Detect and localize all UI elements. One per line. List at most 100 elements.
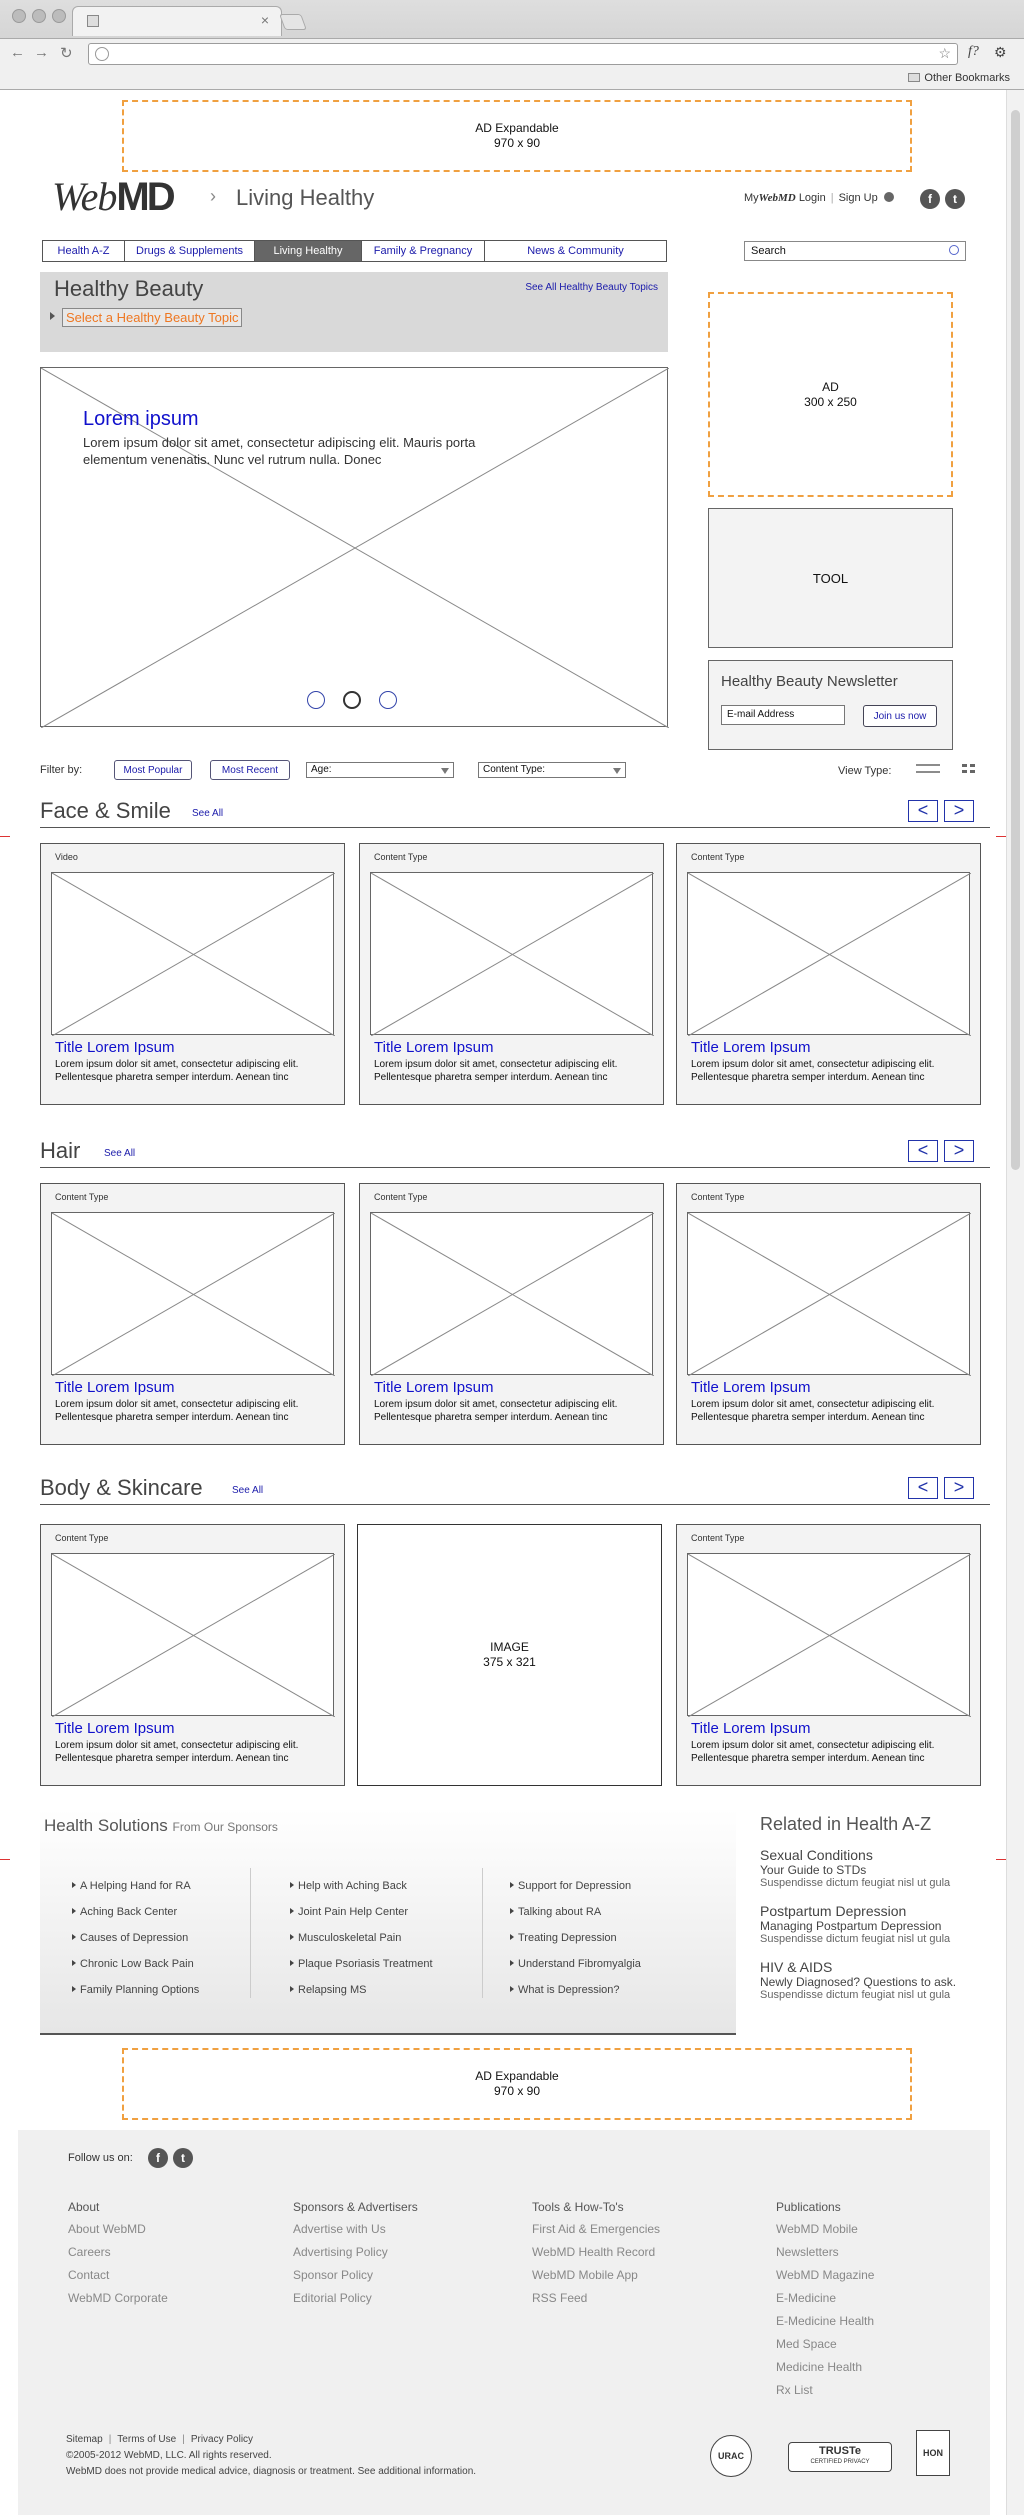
prev-button[interactable]: < — [908, 800, 938, 822]
nav-item-drugs[interactable]: Drugs & Supplements — [125, 241, 255, 261]
next-button[interactable]: > — [944, 1477, 974, 1499]
login-link[interactable]: Login — [799, 192, 826, 204]
footer-link[interactable]: RSS Feed — [532, 2291, 660, 2305]
content-card[interactable]: Content Type Title Lorem Ipsum Lorem ips… — [40, 1183, 345, 1445]
facebook-icon[interactable]: f — [148, 2148, 168, 2168]
footer-link[interactable]: Medicine Health — [776, 2360, 874, 2374]
hs-link[interactable]: Chronic Low Back Pain — [72, 1958, 199, 1970]
hs-link[interactable]: Treating Depression — [510, 1932, 641, 1944]
bottom-ad[interactable]: AD Expandable 970 x 90 — [122, 2048, 912, 2120]
twitter-icon[interactable]: t — [173, 2148, 193, 2168]
footer-link[interactable]: Advertise with Us — [293, 2222, 418, 2236]
webmd-logo[interactable]: WebMD — [52, 173, 176, 220]
nav-item-family[interactable]: Family & Pregnancy — [362, 241, 485, 261]
hon-seal-icon[interactable]: HON — [916, 2430, 950, 2476]
footer-link[interactable]: Careers — [68, 2245, 168, 2259]
hs-link[interactable]: A Helping Hand for RA — [72, 1880, 199, 1892]
scrollbar-thumb[interactable] — [1011, 110, 1020, 1170]
footer-link[interactable]: WebMD Mobile App — [532, 2268, 660, 2282]
breadcrumb[interactable]: Living Healthy — [236, 185, 374, 211]
related-item[interactable]: Postpartum Depression Managing Postpartu… — [760, 1903, 990, 1945]
carousel-dot[interactable] — [307, 691, 325, 709]
zoom-window-icon[interactable] — [52, 9, 66, 23]
footer-link[interactable]: Newsletters — [776, 2245, 874, 2259]
bookmark-star-icon[interactable]: ☆ — [938, 45, 951, 62]
new-tab-button[interactable] — [279, 14, 307, 30]
search-input[interactable]: Search — [744, 241, 966, 261]
see-all-topics-link[interactable]: See All Healthy Beauty Topics — [525, 282, 658, 293]
content-type-select[interactable]: Content Type: — [478, 762, 626, 778]
nav-item-health-a-z[interactable]: Health A-Z — [43, 241, 125, 261]
list-view-icon[interactable] — [916, 763, 940, 775]
address-bar[interactable]: ☆ — [88, 43, 958, 65]
age-select[interactable]: Age: — [306, 762, 454, 778]
related-item-sub[interactable]: Your Guide to STDs — [760, 1863, 990, 1877]
browser-tab[interactable]: × — [72, 6, 282, 36]
close-tab-icon[interactable]: × — [261, 12, 269, 28]
back-icon[interactable]: ← — [10, 44, 25, 61]
hs-link[interactable]: Understand Fibromyalgia — [510, 1958, 641, 1970]
footer-link[interactable]: Sponsor Policy — [293, 2268, 418, 2282]
my-webmd-logo[interactable]: WebMD — [759, 192, 796, 204]
join-button[interactable]: Join us now — [863, 705, 937, 727]
see-all-link[interactable]: See All — [232, 1485, 263, 1496]
search-icon[interactable] — [949, 245, 959, 255]
footer-link[interactable]: WebMD Magazine — [776, 2268, 874, 2282]
footer-link[interactable]: WebMD Corporate — [68, 2291, 168, 2305]
footer-link[interactable]: WebMD Health Record — [532, 2245, 660, 2259]
content-card[interactable]: Content Type Title Lorem Ipsum Lorem ips… — [676, 1183, 981, 1445]
wrench-icon[interactable]: ⚙ — [994, 44, 1007, 61]
prev-button[interactable]: < — [908, 1477, 938, 1499]
hs-link[interactable]: Family Planning Options — [72, 1984, 199, 1996]
footer-link[interactable]: About WebMD — [68, 2222, 168, 2236]
prev-button[interactable]: < — [908, 1140, 938, 1162]
card-title[interactable]: Title Lorem Ipsum — [374, 1379, 493, 1396]
hs-link[interactable]: Joint Pain Help Center — [290, 1906, 433, 1918]
related-item-title[interactable]: Sexual Conditions — [760, 1847, 990, 1863]
most-recent-button[interactable]: Most Recent — [210, 760, 290, 780]
related-item[interactable]: HIV & AIDS Newly Diagnosed? Questions to… — [760, 1959, 990, 2001]
content-card[interactable]: Content Type Title Lorem Ipsum Lorem ips… — [676, 843, 981, 1105]
sitemap-link[interactable]: Sitemap — [66, 2434, 103, 2445]
card-title[interactable]: Title Lorem Ipsum — [55, 1039, 174, 1056]
privacy-link[interactable]: Privacy Policy — [191, 2434, 253, 2445]
hs-link[interactable]: Plaque Psoriasis Treatment — [290, 1958, 433, 1970]
footer-link[interactable]: First Aid & Emergencies — [532, 2222, 660, 2236]
urac-seal-icon[interactable]: URAC — [710, 2435, 752, 2477]
footer-link[interactable]: Advertising Policy — [293, 2245, 418, 2259]
other-bookmarks[interactable]: Other Bookmarks — [908, 72, 1010, 84]
minimize-window-icon[interactable] — [32, 9, 46, 23]
top-ad[interactable]: AD Expandable 970 x 90 — [122, 100, 912, 172]
footer-link[interactable]: Contact — [68, 2268, 168, 2282]
next-button[interactable]: > — [944, 1140, 974, 1162]
card-title[interactable]: Title Lorem Ipsum — [55, 1720, 174, 1737]
hs-link[interactable]: What is Depression? — [510, 1984, 641, 1996]
forward-icon[interactable]: → — [34, 44, 49, 61]
hs-link[interactable]: Aching Back Center — [72, 1906, 199, 1918]
reload-icon[interactable]: ↻ — [60, 44, 73, 62]
card-title[interactable]: Title Lorem Ipsum — [55, 1379, 174, 1396]
next-button[interactable]: > — [944, 800, 974, 822]
card-title[interactable]: Title Lorem Ipsum — [691, 1039, 810, 1056]
hs-link[interactable]: Relapsing MS — [290, 1984, 433, 1996]
most-popular-button[interactable]: Most Popular — [114, 760, 192, 780]
hs-link[interactable]: Musculoskeletal Pain — [290, 1932, 433, 1944]
footer-link[interactable]: Rx List — [776, 2383, 874, 2397]
hero-title[interactable]: Lorem ipsum — [83, 408, 199, 431]
card-title[interactable]: Title Lorem Ipsum — [374, 1039, 493, 1056]
scrollbar[interactable] — [1006, 90, 1024, 2515]
content-card[interactable]: Content Type Title Lorem Ipsum Lorem ips… — [40, 1524, 345, 1786]
footer-link[interactable]: E-Medicine — [776, 2291, 874, 2305]
content-card[interactable]: Content Type Title Lorem Ipsum Lorem ips… — [359, 843, 664, 1105]
email-field[interactable]: E-mail Address — [721, 705, 845, 725]
nav-item-news[interactable]: News & Community — [485, 241, 666, 261]
footer-link[interactable]: WebMD Mobile — [776, 2222, 874, 2236]
extension-icon[interactable]: f? — [968, 44, 979, 60]
truste-seal-icon[interactable]: TRUSTe CERTIFIED PRIVACY — [788, 2442, 892, 2472]
card-title[interactable]: Title Lorem Ipsum — [691, 1720, 810, 1737]
content-card[interactable]: Video Title Lorem Ipsum Lorem ipsum dolo… — [40, 843, 345, 1105]
related-item-sub[interactable]: Managing Postpartum Depression — [760, 1919, 990, 1933]
signup-link[interactable]: Sign Up — [839, 192, 878, 204]
carousel-dot[interactable] — [379, 691, 397, 709]
hero-carousel[interactable]: Lorem ipsum Lorem ipsum dolor sit amet, … — [40, 367, 669, 728]
